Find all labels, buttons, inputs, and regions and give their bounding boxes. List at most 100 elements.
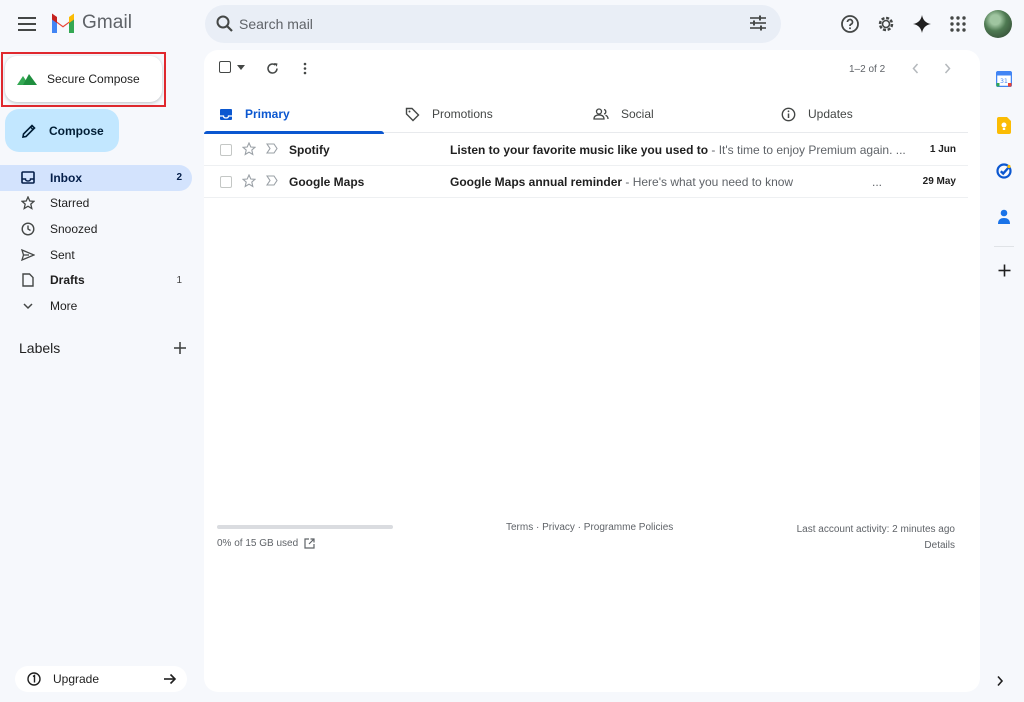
pencil-icon [22,123,36,138]
sidebar-item-label: Snoozed [50,221,98,236]
sidebar-item-label: Starred [50,196,90,211]
account-activity: Last account activity: 2 minutes ago Det… [797,522,955,554]
sidebar-item-sent[interactable]: Sent [0,242,192,268]
sidebar-item-starred[interactable]: Starred [0,191,192,217]
more-actions-button[interactable] [303,62,307,75]
upgrade-button[interactable]: Upgrade [15,666,187,692]
caret-down-icon [237,64,245,70]
help-icon [841,15,859,33]
checkbox-icon [219,61,231,73]
tasks-button[interactable] [984,148,1024,194]
email-subject: Google Maps annual reminder [450,174,623,189]
policy-links[interactable]: Terms · Privacy · Programme Policies [506,522,673,533]
tasks-icon [996,163,1012,179]
search-icon[interactable] [215,14,235,34]
tab-primary[interactable]: Primary [204,95,384,134]
add-icon [998,264,1010,276]
tab-updates[interactable]: Updates [760,95,948,133]
row-checkbox[interactable] [220,176,232,188]
filter-icon[interactable] [749,15,767,31]
tab-promotions[interactable]: Promotions [384,95,572,133]
chevron-right-icon [997,675,1004,687]
sidebar-nav: Inbox 2 Starred Snoozed Sent Drafts 1 Mo… [0,165,192,319]
sidebar-item-drafts[interactable]: Drafts 1 [0,267,192,293]
star-icon [21,196,35,211]
menu-icon [18,17,36,31]
labels-section-header: Labels [19,340,187,356]
importance-marker-icon[interactable] [266,143,278,154]
settings-icon [878,16,894,32]
inbox-icon [21,171,35,185]
tab-label: Social [621,107,654,121]
clock-icon [21,222,35,236]
star-icon[interactable] [242,142,256,156]
email-date: 29 May [922,176,956,187]
email-sender: Spotify [289,142,330,157]
search-bar [205,5,781,43]
newer-button[interactable] [912,63,919,74]
help-button[interactable] [838,9,862,39]
app-name: Gmail [82,12,133,33]
get-addons-button[interactable] [984,247,1024,293]
contacts-icon [998,209,1010,224]
calendar-icon: 31 [996,71,1012,87]
account-avatar[interactable] [984,10,1012,38]
sidebar-item-more[interactable]: More [0,293,192,319]
calendar-button[interactable]: 31 [984,56,1024,102]
search-input[interactable] [239,5,739,43]
show-side-panel-button[interactable] [996,674,1004,692]
gemini-button[interactable] [910,9,934,39]
email-row[interactable]: Google Maps Google Maps annual reminder … [204,166,968,198]
sidebar-item-label: Drafts [50,273,85,288]
compose-button[interactable]: Compose [5,109,119,152]
keep-button[interactable] [984,102,1024,148]
secure-compose-label: Secure Compose [47,72,140,86]
contacts-button[interactable] [984,194,1024,240]
info-icon [781,107,796,121]
storage-info: 0% of 15 GB used [217,538,315,549]
people-icon [593,108,609,120]
main-menu-button[interactable] [14,12,40,36]
email-row[interactable]: Spotify Listen to your favorite music li… [204,134,968,166]
apps-button[interactable] [946,9,970,39]
gemini-icon [913,15,931,33]
open-external-icon[interactable] [304,538,315,549]
email-subject-line: Google Maps annual reminder - Here's wha… [450,175,793,189]
sidebar-item-snoozed[interactable]: Snoozed [0,216,192,242]
tab-label: Promotions [432,107,493,121]
upgrade-label: Upgrade [53,672,100,686]
tab-social[interactable]: Social [572,95,760,133]
top-bar: Gmail [0,0,1024,48]
email-list: Spotify Listen to your favorite music li… [204,134,968,198]
older-button[interactable] [944,63,951,74]
email-snippet: - It's time to enjoy Premium again. ... [708,142,906,157]
compose-label: Compose [49,123,104,138]
tab-label: Updates [808,107,853,121]
select-all-checkbox[interactable] [219,61,245,73]
email-snippet: - Here's what you need to know [622,174,794,189]
storage-text: 0% of 15 GB used [217,538,299,549]
settings-button[interactable] [874,9,898,39]
sidebar-item-inbox[interactable]: Inbox 2 [0,165,192,191]
star-icon[interactable] [242,174,256,188]
gmail-m-icon [52,13,74,33]
upgrade-badge-icon [27,672,41,686]
row-checkbox[interactable] [220,144,232,156]
gmail-logo[interactable]: Gmail [50,12,132,34]
sidebar-item-label: Sent [50,247,75,262]
refresh-icon [267,63,278,74]
arrow-right-icon [164,673,177,685]
refresh-button[interactable] [266,62,279,75]
secure-compose-logo-icon [17,74,37,85]
details-link[interactable]: Details [797,538,955,554]
labels-heading: Labels [19,340,61,356]
last-activity-text: Last account activity: 2 minutes ago [796,524,955,535]
add-label-icon[interactable] [173,341,187,355]
category-tabs: Primary Promotions Social Updates [204,95,968,134]
importance-marker-icon[interactable] [266,175,278,186]
tag-icon [405,107,420,121]
chevron-down-icon [23,303,33,309]
more-vert-icon [303,62,307,75]
sidebar-item-label: More [50,298,78,313]
secure-compose-button[interactable]: Secure Compose [5,56,162,102]
